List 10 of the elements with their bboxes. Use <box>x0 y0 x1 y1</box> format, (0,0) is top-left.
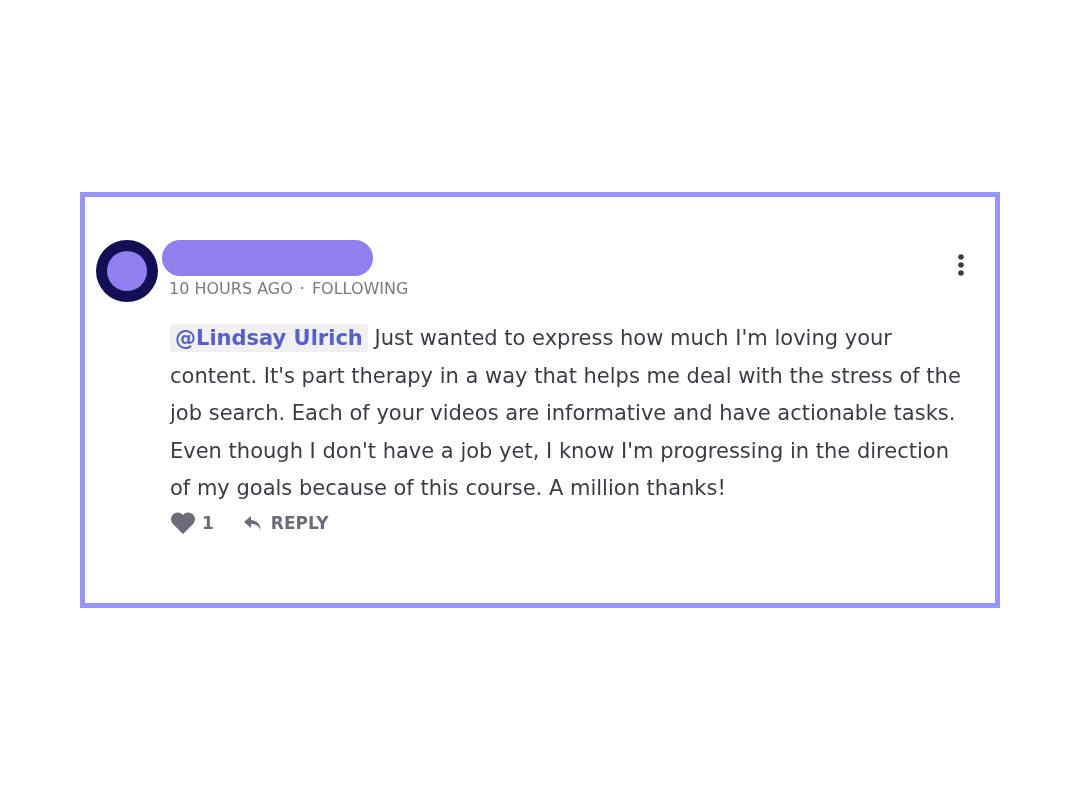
follow-status: FOLLOWING <box>311 279 409 298</box>
like-button[interactable]: 1 <box>170 511 214 534</box>
reply-button[interactable]: REPLY <box>243 512 329 533</box>
more-icon[interactable] <box>957 254 965 276</box>
heart-icon <box>170 511 196 534</box>
reply-icon <box>243 515 262 530</box>
timestamp: 10 HOURS AGO <box>169 279 293 298</box>
separator: · <box>299 279 305 298</box>
comment-text: @Lindsay Ulrich Just wanted to express how much I'm loving your content. It's part therapy in a way that helps me deal with the stress of the job search. Each of your videos are informative and have actionable tasks. Even though I don't have a job yet, I know I'm progressing in the direction of my goals because of this course. A million thanks! <box>170 323 962 502</box>
mention-link[interactable]: @Lindsay Ulrich <box>170 324 368 352</box>
